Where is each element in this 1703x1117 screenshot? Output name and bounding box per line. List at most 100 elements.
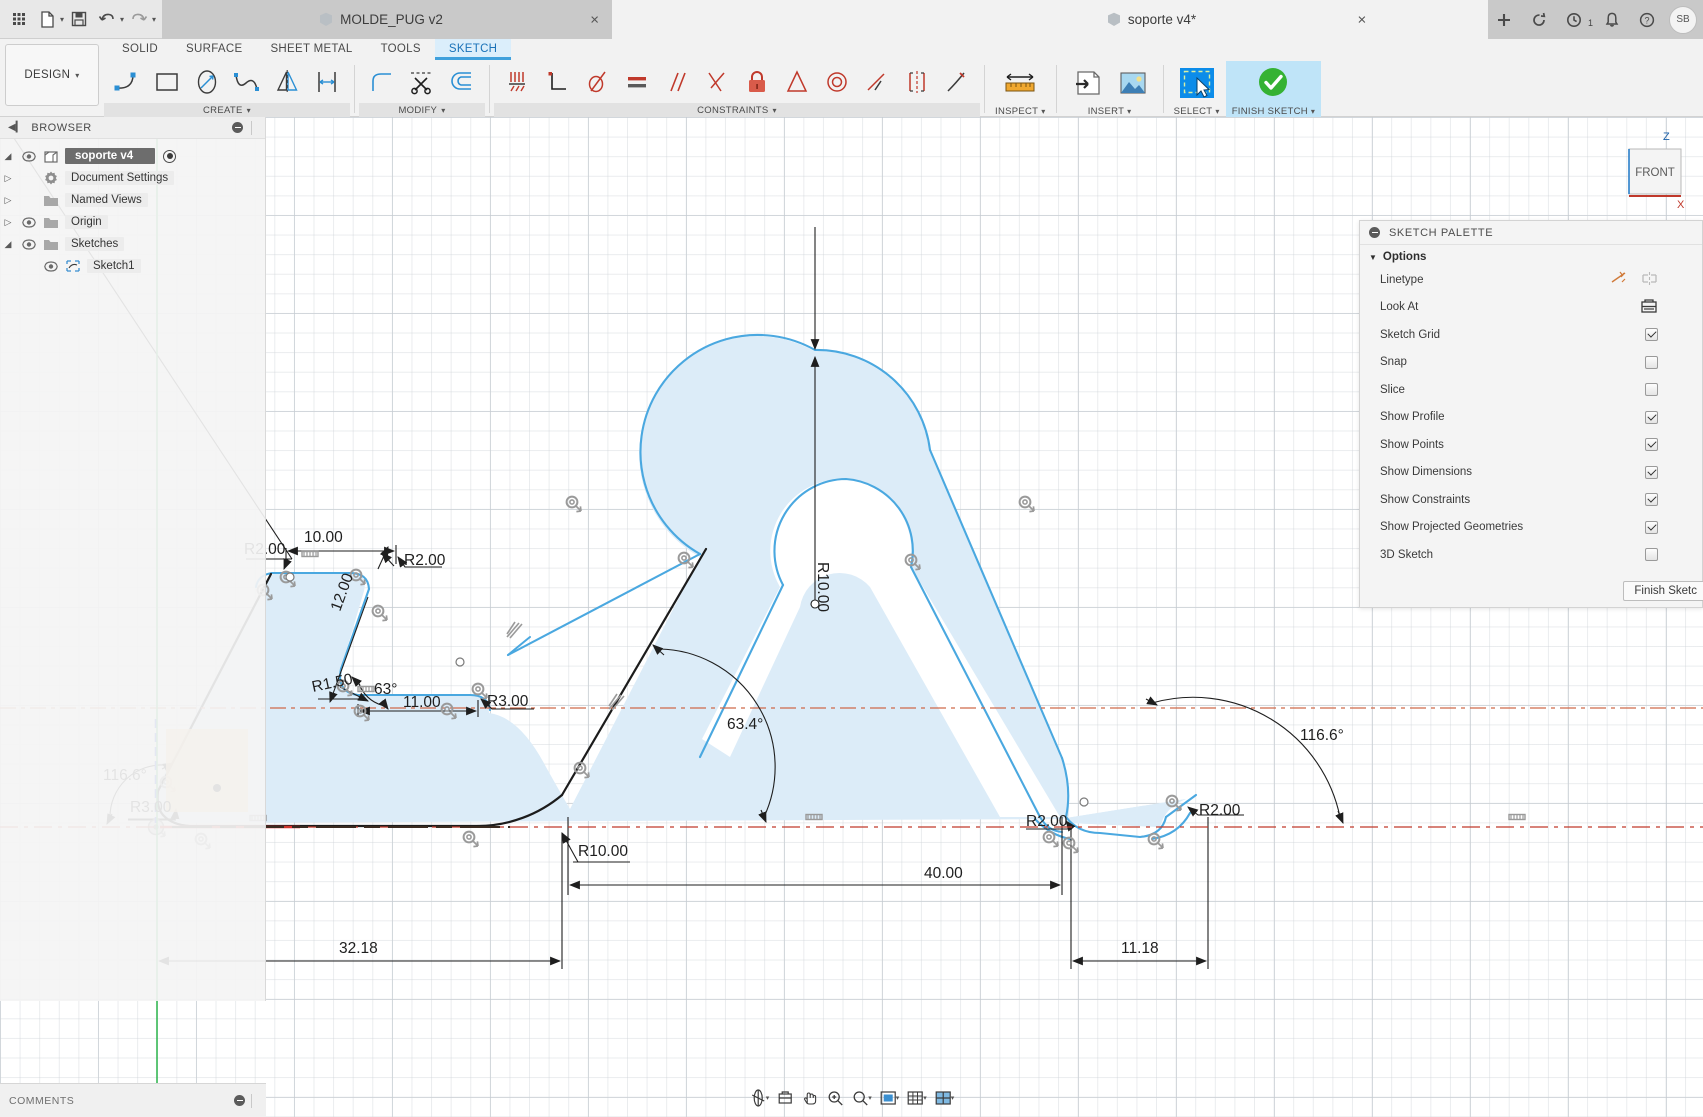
symmetry-icon[interactable] bbox=[777, 61, 817, 103]
visibility-eye-icon[interactable] bbox=[43, 260, 59, 272]
look-at-camera-icon[interactable] bbox=[1640, 298, 1658, 317]
palette-finish-sketch-button[interactable]: Finish Sketc bbox=[1623, 581, 1703, 601]
nav-pan-icon[interactable] bbox=[798, 1089, 822, 1107]
palette-row-show-projected-geometries-checkbox[interactable] bbox=[1645, 520, 1658, 534]
fillet-icon[interactable] bbox=[362, 61, 402, 103]
panel-finish-sketch[interactable]: FINISH SKETCH ▾ bbox=[1225, 61, 1322, 117]
nav-zoom-icon[interactable] bbox=[823, 1089, 847, 1107]
grid-apps-icon[interactable] bbox=[6, 4, 32, 34]
palette-row-show-points[interactable]: Show Points bbox=[1360, 431, 1702, 459]
nav-viewports-icon[interactable]: ▾ bbox=[931, 1089, 958, 1107]
panel-finish-sketch-label[interactable]: FINISH SKETCH ▾ bbox=[1225, 105, 1322, 117]
comments-bar[interactable]: COMMENTS bbox=[0, 1083, 266, 1117]
palette-row-3d-sketch[interactable]: 3D Sketch bbox=[1360, 541, 1702, 569]
palette-row-show-profile-checkbox[interactable] bbox=[1645, 410, 1658, 424]
redo-icon[interactable] bbox=[126, 4, 152, 34]
curvature-icon[interactable] bbox=[897, 61, 937, 103]
workspace-switcher-button[interactable]: DESIGN ▾ bbox=[5, 44, 99, 106]
view-cube[interactable]: Z X FRONT bbox=[1555, 126, 1685, 218]
equal-icon[interactable] bbox=[617, 61, 657, 103]
tangent-icon[interactable] bbox=[577, 61, 617, 103]
visibility-eye-icon[interactable] bbox=[21, 238, 37, 250]
visibility-eye-icon[interactable] bbox=[21, 150, 37, 162]
job-status-icon[interactable] bbox=[1558, 0, 1590, 39]
measure-ruler-icon[interactable] bbox=[997, 61, 1043, 105]
add-tab-icon[interactable] bbox=[1488, 0, 1520, 39]
palette-row-snap[interactable]: Snap bbox=[1360, 349, 1702, 377]
tab-solid[interactable]: SOLID bbox=[108, 39, 172, 60]
visibility-eye-icon[interactable] bbox=[21, 216, 37, 228]
panel-select-label[interactable]: SELECT ▾ bbox=[1168, 105, 1226, 117]
palette-row-show-points-checkbox[interactable] bbox=[1645, 438, 1658, 452]
tab-sketch[interactable]: SKETCH bbox=[434, 39, 512, 60]
tree-item-sketch1[interactable]: Sketch1 bbox=[0, 255, 265, 277]
offset-width-icon[interactable] bbox=[307, 61, 347, 103]
redo-caret-icon[interactable]: ▾ bbox=[152, 15, 156, 24]
undo-icon[interactable] bbox=[94, 4, 120, 34]
collapse-icon[interactable] bbox=[1369, 227, 1380, 238]
tree-item-soporte-v4[interactable]: ◢ soporte v4 bbox=[0, 145, 265, 167]
palette-row-show-constraints-checkbox[interactable] bbox=[1645, 493, 1658, 507]
palette-row-sketch-grid-checkbox[interactable] bbox=[1645, 328, 1658, 342]
insert-derive-icon[interactable] bbox=[1064, 61, 1110, 105]
undo-caret-icon[interactable]: ▾ bbox=[120, 15, 124, 24]
nav-look-at-icon[interactable] bbox=[773, 1089, 797, 1107]
panel-modify-label[interactable]: MODIFY ▾ bbox=[359, 103, 485, 117]
nav-grid-settings-icon[interactable]: ▾ bbox=[903, 1089, 930, 1107]
palette-options-section[interactable]: ▼ Options bbox=[1360, 245, 1702, 266]
tab-sheet-metal[interactable]: SHEET METAL bbox=[256, 39, 366, 60]
palette-row-slice-checkbox[interactable] bbox=[1645, 383, 1658, 397]
twisty-expanded-icon[interactable]: ◢ bbox=[0, 239, 16, 250]
rectangle-icon[interactable] bbox=[147, 61, 187, 103]
component-activate-radio[interactable] bbox=[163, 149, 177, 163]
tab-tools[interactable]: TOOLS bbox=[367, 39, 435, 60]
panel-constraints-label[interactable]: CONSTRAINTS ▾ bbox=[494, 103, 980, 117]
green-check-icon[interactable] bbox=[1250, 61, 1296, 105]
arc-icon[interactable] bbox=[107, 61, 147, 103]
close-icon[interactable]: × bbox=[1358, 12, 1367, 27]
palette-row-look-at[interactable]: Look At bbox=[1360, 294, 1702, 322]
tree-item-named-views[interactable]: ▷ Named Views bbox=[0, 189, 265, 211]
nav-display-settings-icon[interactable]: ▾ bbox=[876, 1089, 903, 1107]
construction-line-icon[interactable] bbox=[1611, 271, 1628, 289]
spline-icon[interactable] bbox=[227, 61, 267, 103]
centerline-icon[interactable] bbox=[1641, 271, 1658, 289]
break-icon[interactable] bbox=[937, 61, 977, 103]
panel-inspect-label[interactable]: INSPECT ▾ bbox=[989, 105, 1052, 117]
twisty-collapsed-icon[interactable]: ▷ bbox=[0, 195, 16, 206]
panel-collapse-icon[interactable]: ◀▎ bbox=[8, 122, 23, 133]
select-window-cursor-icon[interactable] bbox=[1174, 61, 1220, 105]
palette-row-3d-sketch-checkbox[interactable] bbox=[1645, 548, 1658, 562]
save-icon[interactable] bbox=[66, 4, 92, 34]
palette-row-snap-checkbox[interactable] bbox=[1645, 355, 1658, 369]
avatar[interactable]: SB bbox=[1669, 5, 1697, 34]
trim-scissors-icon[interactable] bbox=[402, 61, 442, 103]
twisty-expanded-icon[interactable]: ◢ bbox=[0, 151, 16, 162]
nav-fit-icon[interactable]: ▾ bbox=[848, 1089, 875, 1107]
palette-row-show-dimensions[interactable]: Show Dimensions bbox=[1360, 459, 1702, 487]
new-file-icon[interactable] bbox=[34, 4, 60, 34]
fix-lock-icon[interactable] bbox=[737, 61, 777, 103]
nav-orbit-icon[interactable]: ▾ bbox=[746, 1089, 773, 1107]
minimize-icon[interactable] bbox=[232, 122, 243, 133]
help-icon[interactable]: ? bbox=[1631, 0, 1663, 39]
tree-item-document-settings[interactable]: ▷ Document Settings bbox=[0, 167, 265, 189]
panel-create-label[interactable]: CREATE ▾ bbox=[104, 103, 350, 117]
palette-row-show-constraints[interactable]: Show Constraints bbox=[1360, 486, 1702, 514]
midpoint-icon[interactable] bbox=[697, 61, 737, 103]
palette-row-slice[interactable]: Slice bbox=[1360, 376, 1702, 404]
close-icon[interactable]: × bbox=[590, 12, 599, 27]
panel-insert-label[interactable]: INSERT ▾ bbox=[1061, 105, 1159, 117]
tab-surface[interactable]: SURFACE bbox=[172, 39, 256, 60]
twisty-collapsed-icon[interactable]: ▷ bbox=[0, 217, 16, 228]
mirror-icon[interactable] bbox=[267, 61, 307, 103]
perpendicular-icon[interactable] bbox=[537, 61, 577, 103]
palette-row-sketch-grid[interactable]: Sketch Grid bbox=[1360, 321, 1702, 349]
twisty-collapsed-icon[interactable]: ▷ bbox=[0, 173, 16, 184]
collinear-icon[interactable] bbox=[857, 61, 897, 103]
new-file-caret-icon[interactable]: ▾ bbox=[60, 15, 64, 24]
tree-item-origin[interactable]: ▷ Origin bbox=[0, 211, 265, 233]
palette-row-linetype[interactable]: Linetype bbox=[1360, 266, 1702, 294]
notification-bell-icon[interactable] bbox=[1596, 0, 1628, 39]
palette-row-show-projected-geometries[interactable]: Show Projected Geometries bbox=[1360, 514, 1702, 542]
